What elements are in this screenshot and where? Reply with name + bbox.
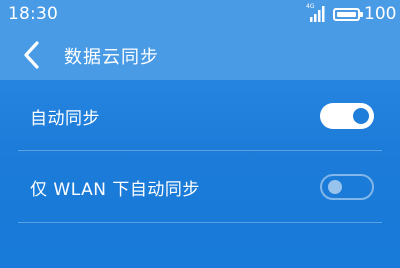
setting-row-wlan-only-sync: 仅 WLAN 下自动同步: [0, 152, 400, 222]
back-button[interactable]: [16, 40, 48, 70]
battery-icon: [333, 8, 363, 21]
toggle-knob: [353, 108, 369, 124]
status-time: 18:30: [8, 4, 58, 24]
battery-level: 100: [364, 4, 397, 24]
status-bar: 18:30 4G 100: [0, 0, 400, 30]
wlan-only-sync-label: 仅 WLAN 下自动同步: [30, 180, 200, 200]
header-bar: 数据云同步: [0, 30, 400, 80]
toggle-knob: [328, 180, 342, 194]
auto-sync-toggle[interactable]: [320, 103, 374, 129]
page-title: 数据云同步: [64, 47, 159, 68]
setting-row-auto-sync: 自动同步: [0, 81, 400, 151]
auto-sync-label: 自动同步: [30, 109, 100, 129]
wlan-only-sync-toggle[interactable]: [320, 174, 374, 200]
signal-icon: [310, 6, 325, 22]
screen: 18:30 4G 100 数据云同步 自动同步 仅 WLAN 下自动同步: [0, 0, 400, 268]
chevron-left-icon: [24, 41, 39, 69]
divider: [18, 222, 382, 223]
divider: [18, 150, 382, 151]
